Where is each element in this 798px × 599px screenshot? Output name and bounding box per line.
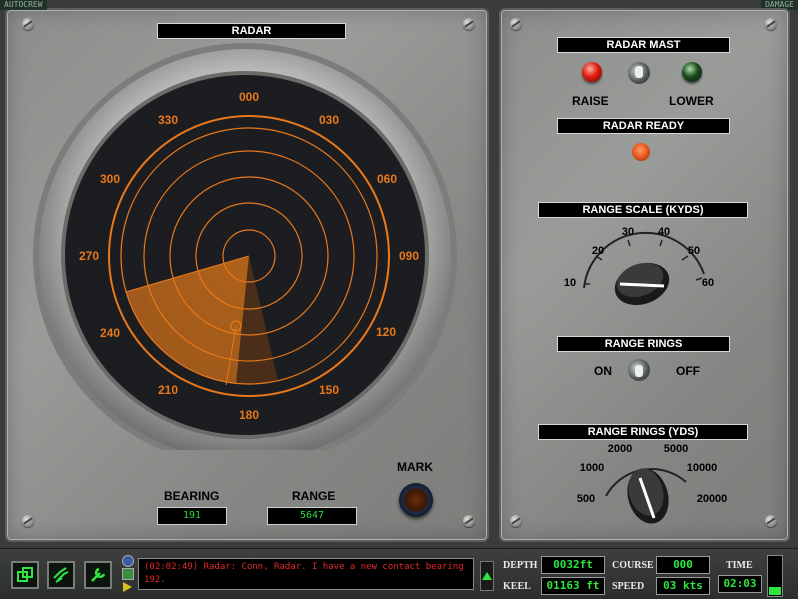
bearing-tick: 150 (319, 383, 339, 397)
range-scale-tick: 10 (564, 277, 576, 289)
range-scale-tick: 30 (622, 226, 634, 238)
range-scale-tick: 20 (592, 245, 604, 257)
crew-action-button[interactable] (47, 561, 75, 589)
range-scale-dial[interactable]: 10 20 30 40 50 60 (560, 218, 730, 318)
wrench-icon (91, 567, 106, 582)
bearing-tick: 210 (158, 383, 178, 397)
window-icon (17, 567, 33, 582)
range-scale-tick: 60 (702, 277, 714, 289)
range-scale-tick: 50 (688, 245, 700, 257)
message-play-icon[interactable] (123, 582, 132, 592)
throttle-gauge (767, 555, 783, 597)
bottom-status-bar: (02:02:49) Radar: Conn, Radar. I have a … (0, 548, 798, 599)
message-filter-sonar[interactable] (122, 568, 134, 580)
bearing-tick: 030 (319, 113, 339, 127)
depth-readout: 0032ft (541, 556, 605, 574)
bearing-tick: 240 (100, 326, 120, 340)
radar-scope[interactable]: 000 030 060 090 120 150 180 210 240 270 … (0, 0, 490, 450)
on-label: ON (594, 364, 612, 378)
keel-readout: 01163 ft (541, 577, 605, 595)
range-rings-tick: 2000 (608, 443, 632, 455)
range-label: RANGE (292, 489, 336, 503)
range-rings-title: RANGE RINGS (557, 336, 730, 352)
bearing-tick: 300 (100, 172, 120, 186)
range-scale-title: RANGE SCALE (KYDS) (538, 202, 748, 218)
lower-label: LOWER (669, 94, 714, 108)
range-rings-tick: 10000 (687, 462, 718, 474)
raise-label: RAISE (572, 94, 609, 108)
range-rings-tick: 1000 (580, 462, 604, 474)
range-readout: 5647 (267, 507, 357, 525)
screw (765, 18, 777, 30)
mark-label: MARK (397, 460, 433, 474)
bearing-tick: 270 (79, 249, 99, 263)
screw (22, 515, 34, 527)
radar-ready-title: RADAR READY (557, 118, 730, 134)
scroll-up-button[interactable] (480, 561, 494, 591)
bearing-tick: 090 (399, 249, 419, 263)
bearing-tick: 330 (158, 113, 178, 127)
range-rings-toggle-switch[interactable] (628, 359, 650, 381)
range-rings-tick: 5000 (664, 443, 688, 455)
time-label: TIME (726, 560, 753, 571)
screw (463, 515, 475, 527)
screw (510, 515, 522, 527)
message-log: (02:02:49) Radar: Conn, Radar. I have a … (138, 558, 474, 590)
bearing-label: BEARING (164, 489, 220, 503)
range-scale-tick: 40 (658, 226, 670, 238)
course-readout: 000 (656, 556, 710, 574)
window-toggle-button[interactable] (11, 561, 39, 589)
course-label: COURSE (612, 560, 654, 571)
screw (765, 515, 777, 527)
range-rings-tick: 500 (577, 493, 595, 505)
off-label: OFF (676, 364, 700, 378)
speed-label: SPEED (612, 581, 645, 592)
screw (510, 18, 522, 30)
repair-button[interactable] (84, 561, 112, 589)
raise-lamp[interactable] (582, 62, 602, 82)
radar-mast-title: RADAR MAST (557, 37, 730, 53)
radar-ready-lamp (632, 143, 650, 161)
mast-toggle-switch[interactable] (628, 62, 650, 84)
bearing-tick: 000 (239, 90, 259, 104)
range-rings-tick: 20000 (697, 493, 728, 505)
lower-lamp[interactable] (682, 62, 702, 82)
speed-readout: 03 kts (656, 577, 710, 595)
depth-label: DEPTH (503, 560, 538, 571)
range-rings-yds-dial[interactable]: 500 1000 2000 5000 10000 20000 (568, 438, 738, 528)
hand-icon (53, 567, 69, 583)
bearing-tick: 120 (376, 325, 396, 339)
time-readout: 02:03 (718, 575, 762, 593)
bearing-tick: 060 (377, 172, 397, 186)
mark-button[interactable] (399, 483, 433, 517)
keel-label: KEEL (503, 581, 531, 592)
bearing-tick: 180 (239, 408, 259, 422)
message-filter-all[interactable] (122, 555, 134, 567)
bearing-readout: 191 (157, 507, 227, 525)
